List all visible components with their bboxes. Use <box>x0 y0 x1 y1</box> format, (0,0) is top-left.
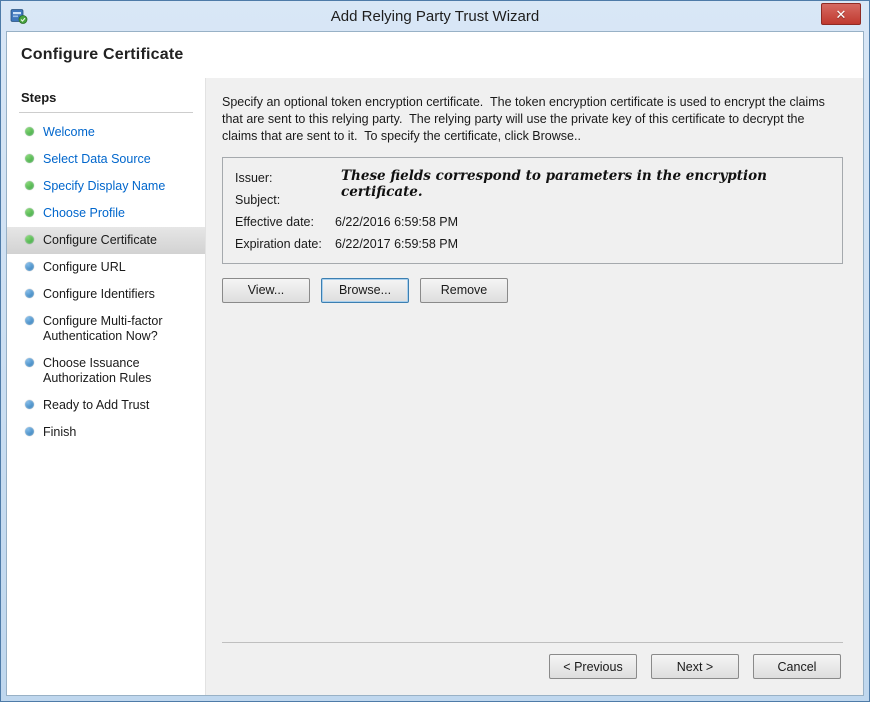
step-label: Configure URL <box>43 260 126 275</box>
step-label: Configure Identifiers <box>43 287 155 302</box>
certificate-field-row: Effective date: 6/22/2016 6:59:58 PM <box>235 211 830 233</box>
close-button[interactable]: ✕ <box>821 3 861 25</box>
next-button[interactable]: Next > <box>651 654 739 679</box>
field-value: 6/22/2017 6:59:58 PM <box>335 233 830 255</box>
steps-sidebar: Steps Welcome Select Data Source Specify… <box>7 78 205 695</box>
step-status-icon <box>25 358 34 367</box>
step-item: Configure Identifiers <box>19 281 193 308</box>
field-label: Issuer: <box>235 167 335 189</box>
field-label: Subject: <box>235 189 335 211</box>
step-status-icon <box>25 262 34 271</box>
step-status-icon <box>25 127 34 136</box>
step-item[interactable]: Welcome <box>19 119 193 146</box>
step-item: Configure URL <box>19 254 193 281</box>
step-item: Ready to Add Trust <box>19 392 193 419</box>
step-status-icon <box>25 427 34 436</box>
wizard-window: Add Relying Party Trust Wizard ✕ Configu… <box>0 0 870 702</box>
dialog-body: Configure Certificate Steps Welcome Sele… <box>6 31 864 696</box>
step-label: Ready to Add Trust <box>43 398 149 413</box>
remove-button[interactable]: Remove <box>420 278 508 303</box>
annotation-text: These fields correspond to parameters in… <box>341 168 834 200</box>
main-area: Steps Welcome Select Data Source Specify… <box>7 78 863 695</box>
step-item[interactable]: Select Data Source <box>19 146 193 173</box>
step-label: Specify Display Name <box>43 179 165 194</box>
step-label: Welcome <box>43 125 95 140</box>
window-title: Add Relying Party Trust Wizard <box>6 8 864 25</box>
page-header: Configure Certificate <box>7 32 863 78</box>
certificate-groupbox: Issuer: Subject: Effective date: 6/22/20… <box>222 157 843 264</box>
step-status-icon <box>25 316 34 325</box>
step-label: Choose Issuance Authorization Rules <box>43 356 189 386</box>
wizard-footer: < Previous Next > Cancel <box>222 642 843 681</box>
content-panel: Specify an optional token encryption cer… <box>205 78 863 695</box>
field-value: 6/22/2016 6:59:58 PM <box>335 211 830 233</box>
step-label: Finish <box>43 425 76 440</box>
step-item: Configure Multi-factor Authentication No… <box>19 308 193 350</box>
previous-button[interactable]: < Previous <box>549 654 637 679</box>
step-item: Finish <box>19 419 193 446</box>
steps-title: Steps <box>19 88 193 113</box>
step-item[interactable]: Choose Profile <box>19 200 193 227</box>
step-item[interactable]: Specify Display Name <box>19 173 193 200</box>
step-item: Choose Issuance Authorization Rules <box>19 350 193 392</box>
step-label: Select Data Source <box>43 152 151 167</box>
steps-list: Welcome Select Data Source Specify Displ… <box>19 119 193 446</box>
certificate-buttons: View... Browse... Remove <box>222 278 843 303</box>
step-item: Configure Certificate <box>7 227 205 254</box>
browse-button[interactable]: Browse... <box>321 278 409 303</box>
titlebar: Add Relying Party Trust Wizard ✕ <box>6 1 864 31</box>
step-description: Specify an optional token encryption cer… <box>222 94 843 145</box>
step-label: Configure Multi-factor Authentication No… <box>43 314 189 344</box>
step-status-icon <box>25 400 34 409</box>
step-label: Configure Certificate <box>43 233 157 248</box>
field-label: Expiration date: <box>235 233 335 255</box>
step-status-icon <box>25 289 34 298</box>
page-title: Configure Certificate <box>21 46 183 64</box>
step-status-icon <box>25 208 34 217</box>
cancel-button[interactable]: Cancel <box>753 654 841 679</box>
view-button[interactable]: View... <box>222 278 310 303</box>
step-status-icon <box>25 154 34 163</box>
step-status-icon <box>25 181 34 190</box>
step-status-icon <box>25 235 34 244</box>
step-label: Choose Profile <box>43 206 125 221</box>
certificate-field-row: Expiration date: 6/22/2017 6:59:58 PM <box>235 233 830 255</box>
field-label: Effective date: <box>235 211 335 233</box>
